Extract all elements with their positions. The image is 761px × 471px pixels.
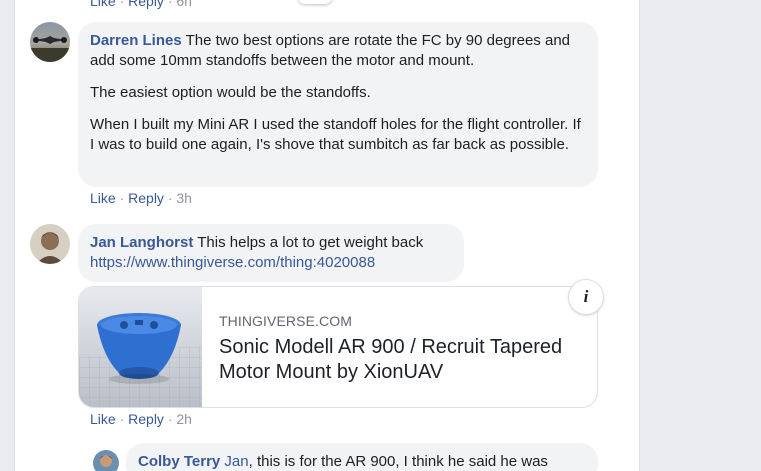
comment-bubble: Jan Langhorst This helps a lot to get we… <box>78 224 464 282</box>
separator: · <box>119 411 125 427</box>
separator: · <box>167 190 173 206</box>
comment-bubble: Darren Lines The two best options are ro… <box>78 22 598 187</box>
link-preview-title[interactable]: Sonic Modell AR 900 / Recruit Tapered Mo… <box>219 335 579 385</box>
reply-bubble: Colby Terry Jan, this is for the AR 900,… <box>126 443 598 471</box>
timestamp[interactable]: 6h <box>176 0 192 9</box>
separator: · <box>167 411 173 427</box>
comment-author[interactable]: Colby Terry <box>138 453 220 470</box>
link-preview-card[interactable]: THINGIVERSE.COM Sonic Modell AR 900 / Re… <box>78 286 598 408</box>
reply-link[interactable]: Reply <box>128 411 164 427</box>
link-preview-thumbnail[interactable] <box>79 287 202 407</box>
comment-text: The easiest option would be the standoff… <box>90 84 371 101</box>
timestamp[interactable]: 2h <box>176 411 192 427</box>
right-gutter <box>640 0 761 471</box>
comment-actions: Like · Reply · 3h <box>90 190 192 206</box>
info-icon[interactable]: i <box>568 279 604 315</box>
comment-text: This helps a lot to get weight back <box>197 234 424 251</box>
separator: · <box>119 190 125 206</box>
avatar[interactable] <box>93 450 119 471</box>
comment-text: When I built my Mini AR I used the stand… <box>90 116 581 153</box>
previous-comment-actions: Like · Reply · 6h <box>90 0 192 9</box>
reply-link[interactable]: Reply <box>128 190 164 206</box>
timestamp[interactable]: 3h <box>176 190 192 206</box>
like-link[interactable]: Like <box>90 190 116 206</box>
comment-text: , this is for the AR 900, I think he sai… <box>248 453 548 470</box>
avatar[interactable] <box>30 22 70 62</box>
separator: · <box>119 0 125 9</box>
comment-link[interactable]: https://www.thingiverse.com/thing:402008… <box>90 254 375 271</box>
like-link[interactable]: Like <box>90 0 116 9</box>
comment-actions: Like · Reply · 2h <box>90 411 192 427</box>
avatar[interactable] <box>30 224 70 264</box>
comment-author[interactable]: Jan Langhorst <box>90 234 193 251</box>
mention-link[interactable]: Jan <box>224 453 248 470</box>
like-link[interactable]: Like <box>90 411 116 427</box>
reply-link[interactable]: Reply <box>128 0 164 9</box>
reaction-pill[interactable] <box>298 0 332 4</box>
link-preview-domain[interactable]: THINGIVERSE.COM <box>219 313 352 329</box>
separator: · <box>167 0 173 9</box>
comment-author[interactable]: Darren Lines <box>90 32 182 49</box>
